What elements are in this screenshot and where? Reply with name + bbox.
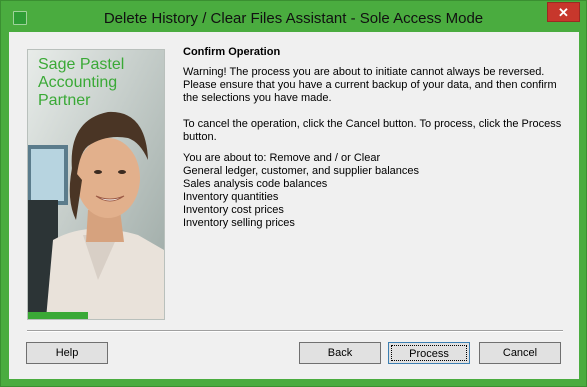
list-item: General ledger, customer, and supplier b… — [183, 165, 420, 177]
list-item: You are about to: Remove and / or Clear — [183, 152, 381, 164]
warning-text: Warning! The process you are about to in… — [183, 66, 557, 104]
list-item: Inventory selling prices — [183, 217, 295, 229]
list-item: Inventory cost prices — [183, 204, 284, 216]
dialog-window: Delete History / Clear Files Assistant -… — [0, 0, 587, 387]
process-button[interactable]: Process — [388, 342, 470, 364]
wizard-side-image: Sage Pastel Accounting Partner — [27, 49, 165, 320]
back-button[interactable]: Back — [299, 342, 381, 364]
cancel-button[interactable]: Cancel — [479, 342, 561, 364]
operation-list: You are about to: Remove and / or Clear … — [183, 152, 419, 230]
list-item: Inventory quantities — [183, 191, 279, 203]
close-button[interactable]: ✕ — [547, 2, 580, 22]
list-item: Sales analysis code balances — [183, 178, 328, 190]
window-title: Delete History / Clear Files Assistant -… — [103, 10, 484, 27]
brand-logo-text: Sage Pastel Accounting Partner — [38, 56, 124, 110]
divider — [27, 330, 563, 332]
brand-line-1: Sage Pastel — [38, 56, 125, 73]
instructions-text: To cancel the operation, click the Cance… — [183, 118, 562, 143]
brand-line-3: Partner — [38, 92, 91, 109]
brand-line-2: Accounting — [38, 74, 118, 91]
process-button-label: Process — [391, 345, 467, 361]
page-heading: Confirm Operation — [183, 46, 281, 58]
help-button[interactable]: Help — [26, 342, 108, 364]
dialog-body: Sage Pastel Accounting Partner Confirm O… — [9, 32, 579, 379]
